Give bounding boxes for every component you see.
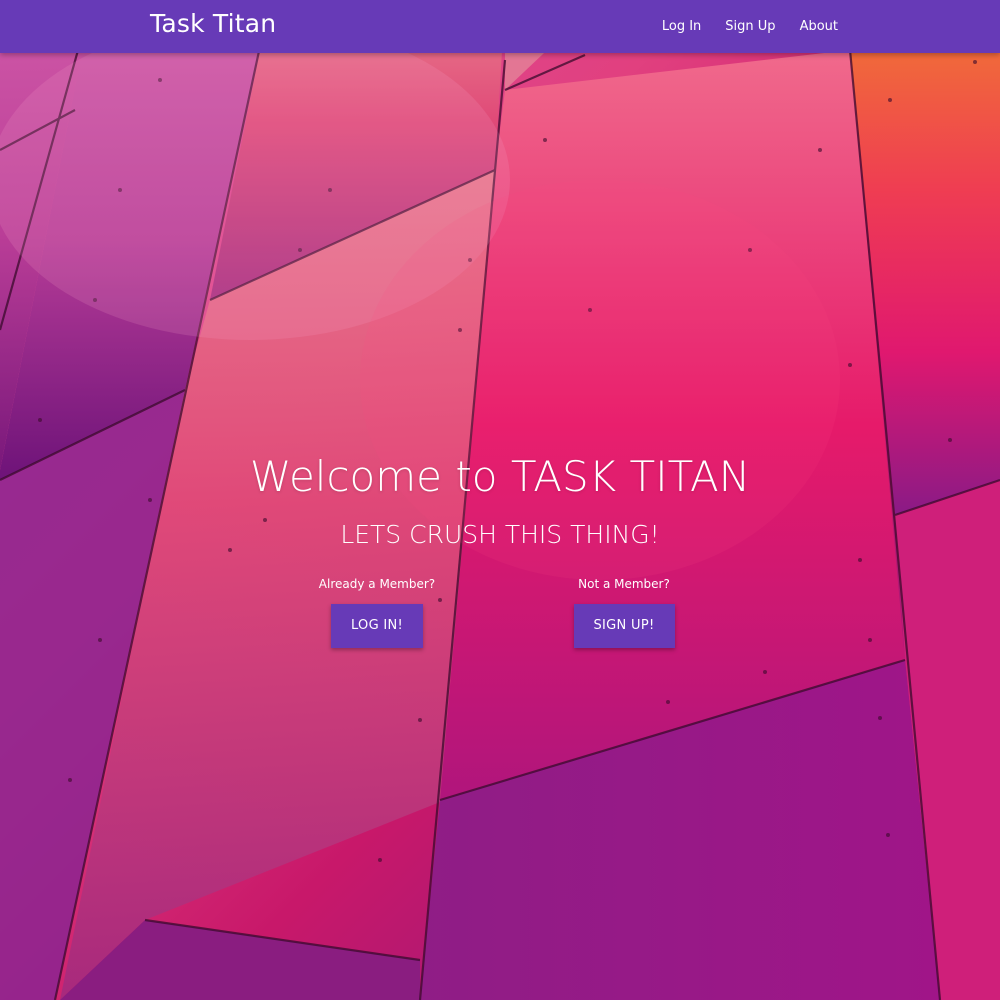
hero-section: Welcome to TASK TITAN LETS CRUSH THIS TH…: [0, 0, 1000, 1000]
hero-tagline: LETS CRUSH THIS THING!: [340, 520, 660, 549]
signup-button[interactable]: SIGN UP!: [573, 604, 675, 648]
login-column: Already a Member? LOG IN!: [277, 577, 477, 648]
signup-prompt: Not a Member?: [578, 577, 670, 591]
hero-title: Welcome to TASK TITAN: [249, 452, 751, 501]
nav-links: Log In Sign Up About: [662, 0, 838, 53]
nav-link-signup[interactable]: Sign Up: [725, 19, 775, 34]
nav-link-login[interactable]: Log In: [662, 19, 701, 34]
login-button[interactable]: LOG IN!: [331, 604, 423, 648]
signup-column: Not a Member? SIGN UP!: [524, 577, 724, 648]
nav-link-about[interactable]: About: [800, 19, 838, 34]
top-navbar: Task Titan Log In Sign Up About: [0, 0, 1000, 53]
login-prompt: Already a Member?: [318, 577, 436, 591]
brand-logo[interactable]: Task Titan: [150, 9, 276, 38]
